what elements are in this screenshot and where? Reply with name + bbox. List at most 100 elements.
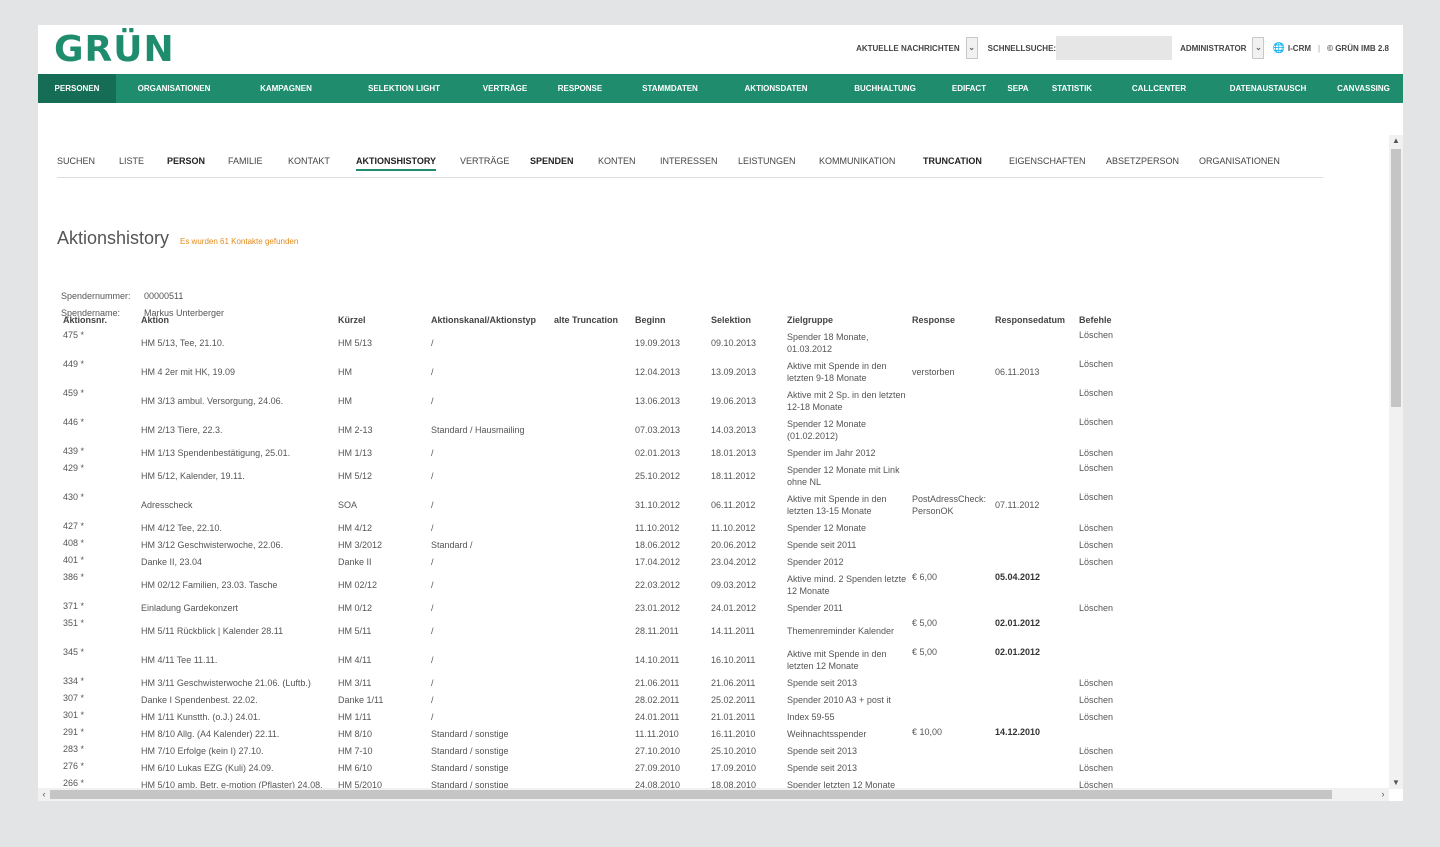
nav-item-response[interactable]: RESPONSE bbox=[542, 74, 618, 103]
column-header[interactable]: Beginn bbox=[631, 311, 707, 328]
nav-item-canvassing[interactable]: CANVASSING bbox=[1324, 74, 1403, 103]
news-dropdown-chevron-icon[interactable]: ⌄ bbox=[965, 37, 978, 59]
table-row[interactable]: 351 * HM 5/11 Rückblick | Kalender 28.11 H… bbox=[59, 616, 1123, 645]
nav-item-callcenter[interactable]: CALLCENTER bbox=[1106, 74, 1212, 103]
table-row[interactable]: 449 * HM 4 2er mit HK, 19.09 HM / 12.04.2013… bbox=[59, 357, 1123, 386]
cell-delete-link[interactable]: Löschen bbox=[1075, 536, 1123, 553]
vertical-scroll-thumb[interactable] bbox=[1391, 149, 1401, 407]
column-header[interactable]: Aktion bbox=[137, 311, 334, 328]
tab-familie[interactable]: FAMILIE bbox=[228, 155, 263, 167]
tab-person[interactable]: PERSON bbox=[167, 155, 205, 167]
cell-response-date: 06.11.2013 bbox=[995, 366, 1040, 377]
icrm-link[interactable]: I-CRM bbox=[1288, 44, 1311, 53]
table-row[interactable]: 301 * HM 1/11 Kunstth. (o.J.) 24.01. HM 1/… bbox=[59, 708, 1123, 725]
table-row[interactable]: 401 * Danke II, 23.04 Danke II / 17.04.2012 2… bbox=[59, 553, 1123, 570]
tab-verträge[interactable]: VERTRÄGE bbox=[460, 155, 509, 167]
cell-delete-link[interactable]: Löschen bbox=[1075, 490, 1123, 519]
cell-delete-link[interactable]: Löschen bbox=[1075, 776, 1123, 789]
table-row[interactable]: 439 * HM 1/13 Spendenbestätigung, 25.01. H… bbox=[59, 444, 1123, 461]
cell-delete-link[interactable]: Löschen bbox=[1075, 674, 1123, 691]
nav-item-aktionsdaten[interactable]: AKTIONSDATEN bbox=[722, 74, 830, 103]
nav-item-personen[interactable]: PERSONEN bbox=[38, 74, 116, 103]
tab-interessen[interactable]: INTERESSEN bbox=[660, 155, 718, 167]
quick-search-input[interactable] bbox=[1056, 36, 1173, 60]
tab-organisationen[interactable]: ORGANISATIONEN bbox=[1199, 155, 1280, 167]
tab-leistungen[interactable]: LEISTUNGEN bbox=[738, 155, 796, 167]
scroll-up-arrow-icon[interactable]: ▲ bbox=[1389, 135, 1403, 147]
nav-item-edifact[interactable]: EDIFACT bbox=[940, 74, 998, 103]
news-label[interactable]: AKTUELLE NACHRICHTEN bbox=[856, 44, 960, 53]
tab-aktionshistory[interactable]: AKTIONSHISTORY bbox=[356, 155, 437, 171]
tab-truncation[interactable]: TRUNCATION bbox=[923, 155, 982, 167]
cell-delete-link[interactable]: Löschen bbox=[1075, 691, 1123, 708]
nav-item-organisationen[interactable]: ORGANISATIONEN bbox=[116, 74, 232, 103]
nav-item-selektion-light[interactable]: SELEKTION LIGHT bbox=[340, 74, 468, 103]
cell-old-truncation bbox=[550, 691, 631, 708]
cell-delete-link[interactable]: Löschen bbox=[1075, 599, 1123, 616]
column-header[interactable]: Selektion bbox=[707, 311, 783, 328]
globe-icon[interactable]: 🌐 bbox=[1272, 43, 1284, 54]
table-row[interactable]: 475 * HM 5/13, Tee, 21.10. HM 5/13 / 19.09.2… bbox=[59, 328, 1123, 357]
table-row[interactable]: 345 * HM 4/11 Tee 11.11. HM 4/11 / 14.10.201… bbox=[59, 645, 1123, 674]
tab-kontakt[interactable]: KONTAKT bbox=[288, 155, 330, 167]
table-row[interactable]: 429 * HM 5/12, Kalender, 19.11. HM 5/12 / 25… bbox=[59, 461, 1123, 490]
cell-delete-link[interactable]: Löschen bbox=[1075, 444, 1123, 461]
nav-item-statistik[interactable]: STATISTIK bbox=[1038, 74, 1106, 103]
table-row[interactable]: 283 * HM 7/10 Erfolge (kein I) 27.10. HM 7… bbox=[59, 742, 1123, 759]
column-header[interactable]: Zielgruppe bbox=[783, 311, 908, 328]
tab-absetzperson[interactable]: ABSETZPERSON bbox=[1106, 155, 1179, 167]
table-row[interactable]: 307 * Danke I Spendenbest. 22.02. Danke 1/… bbox=[59, 691, 1123, 708]
table-row[interactable]: 408 * HM 3/12 Geschwisterwoche, 22.06. HM … bbox=[59, 536, 1123, 553]
cell-delete-link[interactable]: Löschen bbox=[1075, 519, 1123, 536]
cell-delete-link[interactable]: Löschen bbox=[1075, 461, 1123, 490]
table-row[interactable]: 276 * HM 6/10 Lukas EZG (Kuli) 24.09. HM 6… bbox=[59, 759, 1123, 776]
user-dropdown-chevron-icon[interactable]: ⌄ bbox=[1252, 37, 1265, 59]
cell-delete-link[interactable]: Löschen bbox=[1075, 386, 1123, 415]
column-header[interactable]: Kürzel bbox=[334, 311, 427, 328]
horizontal-scroll-thumb[interactable] bbox=[50, 790, 1332, 799]
user-label[interactable]: ADMINISTRATOR bbox=[1180, 44, 1246, 53]
horizontal-scrollbar[interactable]: ‹ › bbox=[38, 788, 1389, 801]
column-header[interactable]: Aktionskanal/Aktionstyp bbox=[427, 311, 550, 328]
tab-liste[interactable]: LISTE bbox=[119, 155, 144, 167]
table-row[interactable]: 334 * HM 3/11 Geschwisterwoche 21.06. (Lu… bbox=[59, 674, 1123, 691]
cell-delete-link[interactable]: Löschen bbox=[1075, 357, 1123, 386]
cell-delete-link[interactable]: Löschen bbox=[1075, 742, 1123, 759]
scroll-down-arrow-icon[interactable]: ▼ bbox=[1389, 777, 1403, 789]
tab-suchen[interactable]: SUCHEN bbox=[57, 155, 95, 167]
nav-item-sepa[interactable]: SEPA bbox=[998, 74, 1038, 103]
cell-delete-link[interactable]: Löschen bbox=[1075, 328, 1123, 357]
tab-spenden[interactable]: SPENDEN bbox=[530, 155, 574, 167]
scroll-left-arrow-icon[interactable]: ‹ bbox=[38, 788, 50, 801]
tab-konten[interactable]: KONTEN bbox=[598, 155, 636, 167]
table-row[interactable]: 427 * HM 4/12 Tee, 22.10. HM 4/12 / 11.10.20… bbox=[59, 519, 1123, 536]
table-row[interactable]: 266 * HM 5/10 amb. Betr. e-motion (Pflast… bbox=[59, 776, 1123, 788]
tab-kommunikation[interactable]: KOMMUNIKATION bbox=[819, 155, 895, 167]
vertical-scrollbar[interactable]: ▲ ▼ bbox=[1389, 135, 1403, 789]
column-header[interactable]: Responsedatum bbox=[991, 311, 1075, 328]
scroll-right-arrow-icon[interactable]: › bbox=[1377, 788, 1389, 801]
tab-eigenschaften[interactable]: EIGENSCHAFTEN bbox=[1009, 155, 1086, 167]
cell-delete-link[interactable]: Löschen bbox=[1075, 759, 1123, 776]
column-header[interactable]: Response bbox=[908, 311, 991, 328]
cell-delete-link[interactable]: Löschen bbox=[1075, 415, 1123, 444]
cell-delete-link[interactable]: Löschen bbox=[1075, 553, 1123, 570]
cell-selection-date: 24.01.2012 bbox=[711, 602, 757, 613]
nav-item-buchhaltung[interactable]: BUCHHALTUNG bbox=[830, 74, 940, 103]
nav-item-stammdaten[interactable]: STAMMDATEN bbox=[618, 74, 722, 103]
cell-delete-link[interactable]: Löschen bbox=[1075, 708, 1123, 725]
column-header[interactable]: alte Truncation bbox=[550, 311, 631, 328]
nav-item-verträge[interactable]: VERTRÄGE bbox=[468, 74, 542, 103]
table-row[interactable]: 446 * HM 2/13 Tiere, 22.3. HM 2-13 Standard… bbox=[59, 415, 1123, 444]
table-row[interactable]: 459 * HM 3/13 ambul. Versorgung, 24.06. HM… bbox=[59, 386, 1123, 415]
brand-logo[interactable]: GRÜN bbox=[54, 29, 175, 70]
table-row[interactable]: 291 * HM 8/10 Allg. (A4 Kalender) 22.11. H… bbox=[59, 725, 1123, 742]
nav-item-datenaustausch[interactable]: DATENAUSTAUSCH bbox=[1212, 74, 1324, 103]
column-header[interactable]: Befehle bbox=[1075, 311, 1123, 328]
table-row[interactable]: 371 * Einladung Gardekonzert HM 0/12 / 23.01… bbox=[59, 599, 1123, 616]
nav-item-kampagnen[interactable]: KAMPAGNEN bbox=[232, 74, 340, 103]
cell-selection-date: 11.10.2012 bbox=[711, 522, 756, 533]
table-row[interactable]: 430 * Adresscheck SOA / 31.10.2012 06.11.2012… bbox=[59, 490, 1123, 519]
table-row[interactable]: 386 * HM 02/12 Familien, 23.03. Tasche HM … bbox=[59, 570, 1123, 599]
column-header[interactable]: Aktionsnr. bbox=[59, 311, 137, 328]
